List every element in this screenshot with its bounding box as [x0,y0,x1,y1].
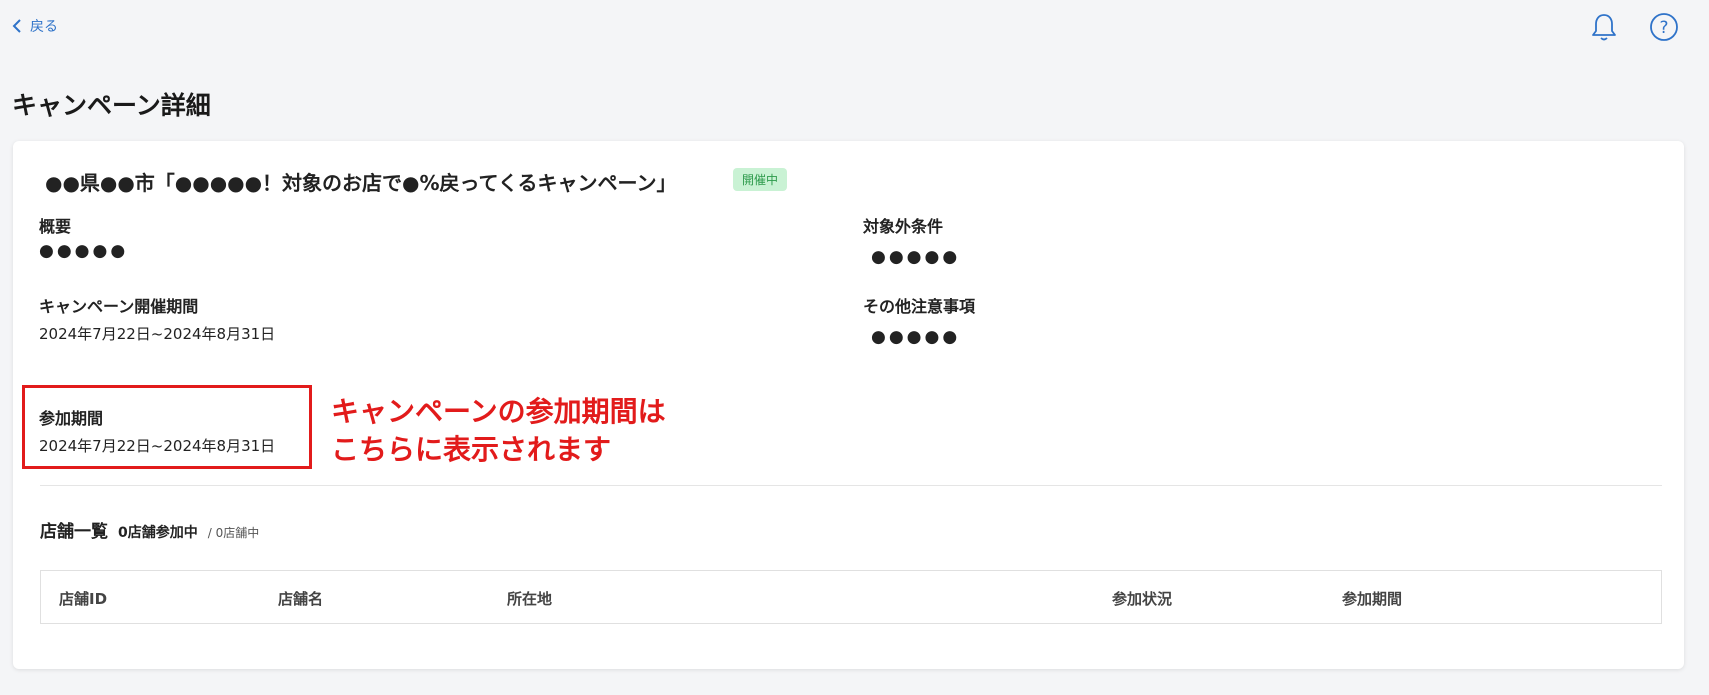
help-button[interactable]: ? [1647,10,1681,44]
other-notes-label: その他注意事項 [863,297,976,316]
annotation-line-2: こちらに表示されます [331,433,612,466]
back-label: 戻る [30,19,58,35]
status-badge: 開催中 [733,168,788,191]
column-header-store-id[interactable]: 店舗ID [59,588,107,609]
campaign-detail-card: ●●県●●市「●●●●●！対象のお店で●%戻ってくるキャンペーン」 開催中 概要… [13,141,1684,669]
campaign-title: ●●県●●市「●●●●●！対象のお店で●%戻ってくるキャンペーン」 [45,171,677,195]
overview-value: ●●●●● [39,241,129,261]
store-list-heading: 店舗一覧 0店舗参加中 / 0店舗中 [40,517,259,542]
column-header-location[interactable]: 所在地 [507,588,552,609]
campaign-period-label: キャンペーン開催期間 [39,297,199,316]
notification-button[interactable] [1587,10,1621,44]
annotation-line-1: キャンペーンの参加期間は [331,395,666,428]
store-table: 店舗ID 店舗名 所在地 参加状況 参加期間 [40,570,1662,624]
column-header-store-name[interactable]: 店舗名 [278,588,323,609]
store-list-title: 店舗一覧 [40,522,108,542]
chevron-left-icon [12,19,21,33]
excluded-conditions-label: 対象外条件 [863,217,944,236]
help-circle-icon: ? [1650,13,1678,41]
top-bar: 戻る ? [0,0,1709,56]
excluded-conditions-value: ●●●●● [871,247,961,267]
back-link[interactable]: 戻る [12,16,58,36]
bell-icon [1592,14,1616,41]
svg-text:?: ? [1659,18,1668,38]
page-title: キャンペーン詳細 [12,91,211,120]
store-total-count: / 0店舗中 [207,526,260,540]
annotation-callout: キャンペーンの参加期間は こちらに表示されます [331,393,666,469]
campaign-period-value: 2024年7月22日~2024年8月31日 [39,325,276,343]
other-notes-value: ●●●●● [871,327,961,347]
column-header-participation-status[interactable]: 参加状況 [1112,588,1172,609]
header-actions: ? [1587,10,1681,44]
participation-period-label: 参加期間 [39,409,104,428]
overview-label: 概要 [39,217,72,236]
store-participating-count: 0店舗参加中 [118,525,198,541]
column-header-participation-period[interactable]: 参加期間 [1342,588,1402,609]
participation-period-value: 2024年7月22日~2024年8月31日 [39,437,276,455]
divider [40,485,1662,486]
